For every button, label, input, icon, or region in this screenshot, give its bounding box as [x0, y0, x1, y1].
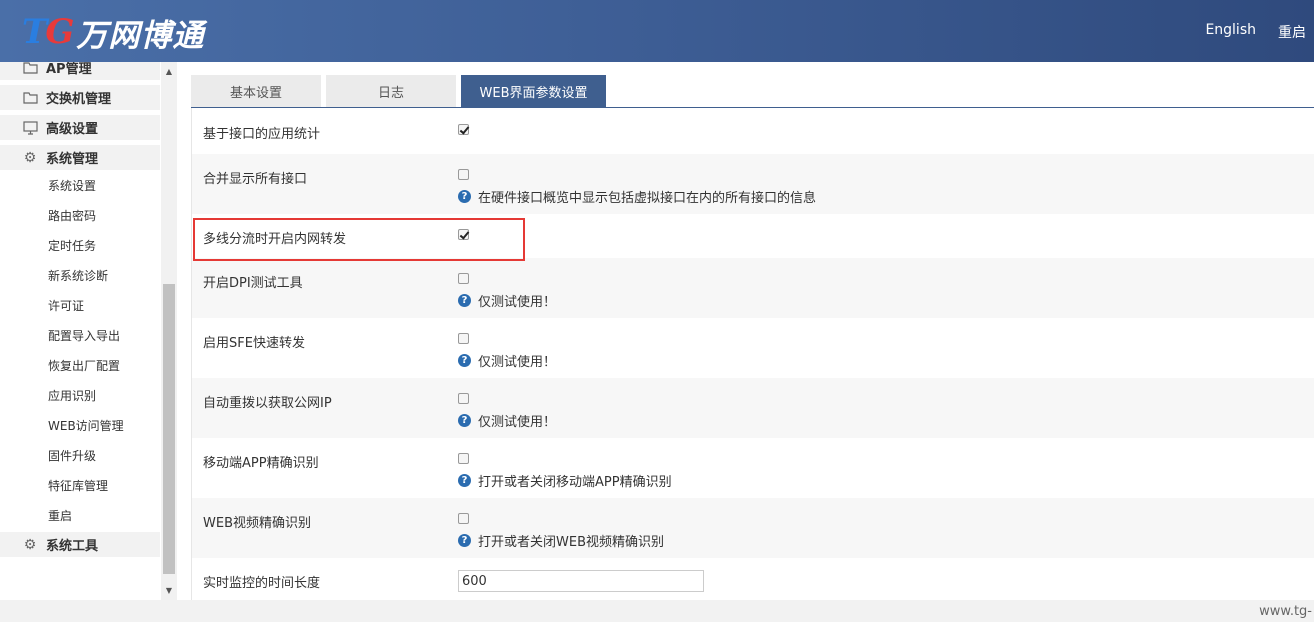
top-header: TG 万网博通 English 重启: [0, 0, 1314, 62]
help-icon: ?: [458, 414, 471, 427]
gear-icon: ⚙: [23, 536, 37, 553]
scroll-thumb[interactable]: [163, 284, 175, 574]
sidebar-subitem-app-recognition[interactable]: 应用识别: [0, 380, 160, 410]
reboot-link[interactable]: 重启: [1278, 22, 1306, 42]
setting-hint: ? 打开或者关闭WEB视频精确识别: [458, 531, 664, 550]
setting-checkbox[interactable]: [458, 124, 469, 135]
brand-logo[interactable]: TG 万网博通: [22, 12, 205, 54]
setting-row: 合并显示所有接口 ? 在硬件接口概览中显示包括虚拟接口在内的所有接口的信息: [192, 154, 1314, 214]
sidebar-subitem-firmware-upgrade[interactable]: 固件升级: [0, 440, 160, 470]
setting-hint: ? 仅测试使用！: [458, 411, 556, 430]
english-link[interactable]: English: [1205, 22, 1256, 42]
tab-web-params[interactable]: WEB界面参数设置: [461, 75, 606, 107]
gear-icon: ⚙: [23, 149, 37, 166]
setting-label: WEB视频精确识别: [203, 516, 311, 531]
sidebar-subitem-scheduled-tasks[interactable]: 定时任务: [0, 230, 160, 260]
setting-hint: ? 仅测试使用！: [458, 291, 556, 310]
footer-url: www.tg-: [1259, 604, 1312, 619]
logo-text: 万网博通: [76, 17, 205, 54]
settings-list: 基于接口的应用统计 合并显示所有接口 ? 在硬件接口概览中显示包括虚拟接口在内的所…: [191, 108, 1314, 600]
sidebar-item-advanced[interactable]: 高级设置: [0, 115, 160, 145]
footer: www.tg-: [0, 600, 1314, 622]
setting-checkbox[interactable]: [458, 273, 469, 284]
setting-row: 自动重拨以获取公网IP ? 仅测试使用！: [192, 378, 1314, 438]
sidebar-subitem-config-import-export[interactable]: 配置导入导出: [0, 320, 160, 350]
sidebar-item-label: 系统管理: [46, 152, 99, 167]
sidebar-item-label: 交换机管理: [46, 92, 112, 107]
sidebar-scrollbar[interactable]: ▲ ▼: [161, 62, 177, 600]
sidebar-item-label: 系统工具: [46, 539, 99, 554]
setting-checkbox[interactable]: [458, 513, 469, 524]
setting-label: 开启DPI测试工具: [203, 276, 303, 291]
setting-row: 移动端APP精确识别 ? 打开或者关闭移动端APP精确识别: [192, 438, 1314, 498]
setting-label: 基于接口的应用统计: [203, 127, 321, 142]
setting-checkbox[interactable]: [458, 453, 469, 464]
help-icon: ?: [458, 294, 471, 307]
sidebar: AP管理 交换机管理 高级设置 ⚙ 系统管理 系统设置 路由密码 定时任务 新系…: [0, 62, 160, 600]
sidebar-item-system-tools[interactable]: ⚙ 系统工具: [0, 532, 160, 562]
setting-label: 合并显示所有接口: [203, 172, 308, 187]
setting-label: 启用SFE快速转发: [203, 336, 305, 351]
sidebar-subitem-web-access[interactable]: WEB访问管理: [0, 410, 160, 440]
tab-log[interactable]: 日志: [326, 75, 456, 107]
setting-checkbox[interactable]: [458, 333, 469, 344]
setting-hint: ? 仅测试使用！: [458, 351, 556, 370]
sidebar-item-switch[interactable]: 交换机管理: [0, 85, 160, 115]
sidebar-subitem-license[interactable]: 许可证: [0, 290, 160, 320]
sidebar-subitem-router-password[interactable]: 路由密码: [0, 200, 160, 230]
sidebar-subitem-factory-reset[interactable]: 恢复出厂配置: [0, 350, 160, 380]
help-icon: ?: [458, 474, 471, 487]
setting-row: WEB视频精确识别 ? 打开或者关闭WEB视频精确识别: [192, 498, 1314, 558]
sidebar-subitem-signature-db[interactable]: 特征库管理: [0, 470, 160, 500]
setting-label: 自动重拨以获取公网IP: [203, 396, 332, 411]
sidebar-submenu: 系统设置 路由密码 定时任务 新系统诊断 许可证 配置导入导出 恢复出厂配置 应…: [0, 170, 160, 530]
help-icon: ?: [458, 354, 471, 367]
logo-mark: TG: [22, 12, 74, 52]
setting-row: 开启DPI测试工具 ? 仅测试使用！: [192, 258, 1314, 318]
main-content: 基本设置 日志 WEB界面参数设置 基于接口的应用统计 合并显示所有接口 ? 在硬…: [191, 62, 1314, 600]
header-links: English 重启: [1205, 22, 1306, 42]
setting-label: 移动端APP精确识别: [203, 456, 319, 471]
setting-hint: ? 打开或者关闭移动端APP精确识别: [458, 471, 672, 490]
scroll-up-icon[interactable]: ▲: [161, 64, 177, 80]
folder-icon: [22, 62, 38, 76]
monitor-icon: [22, 120, 38, 136]
highlight-box: [193, 218, 525, 261]
sidebar-list: AP管理 交换机管理 高级设置 ⚙ 系统管理 系统设置 路由密码 定时任务 新系…: [0, 62, 160, 562]
sidebar-subitem-diagnosis[interactable]: 新系统诊断: [0, 260, 160, 290]
folder-icon: [22, 90, 38, 106]
monitor-duration-input[interactable]: [458, 570, 704, 592]
tab-basic-settings[interactable]: 基本设置: [191, 75, 321, 107]
sidebar-subitem-reboot[interactable]: 重启: [0, 500, 160, 530]
help-icon: ?: [458, 190, 471, 203]
sidebar-item-label: 高级设置: [46, 122, 99, 137]
help-icon: ?: [458, 534, 471, 547]
setting-row: 实时监控的时间长度: [192, 558, 1314, 600]
setting-row: 基于接口的应用统计: [192, 108, 1314, 154]
scroll-down-icon[interactable]: ▼: [161, 583, 177, 599]
setting-hint: ? 在硬件接口概览中显示包括虚拟接口在内的所有接口的信息: [458, 187, 816, 206]
setting-checkbox[interactable]: [458, 393, 469, 404]
sidebar-item-ap[interactable]: AP管理: [0, 62, 160, 85]
setting-checkbox[interactable]: [458, 169, 469, 180]
sidebar-subitem-system-settings[interactable]: 系统设置: [0, 170, 160, 200]
setting-label: 实时监控的时间长度: [203, 576, 321, 591]
sidebar-item-label: AP管理: [46, 62, 92, 77]
setting-row: 启用SFE快速转发 ? 仅测试使用！: [192, 318, 1314, 378]
tab-bar: 基本设置 日志 WEB界面参数设置: [191, 75, 606, 107]
